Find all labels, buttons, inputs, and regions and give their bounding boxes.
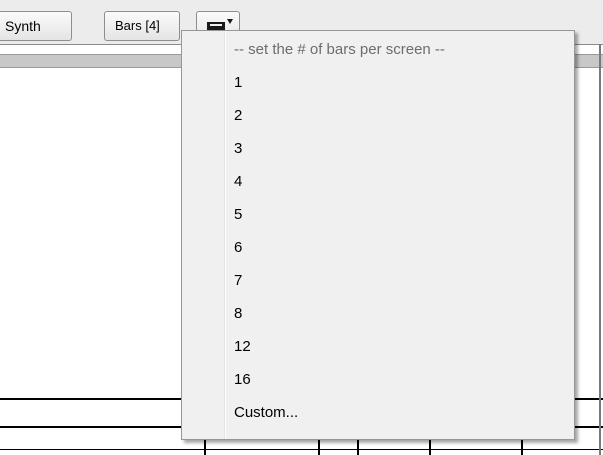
menu-item-2[interactable]: 2 [234, 101, 242, 131]
menu-item-8[interactable]: 8 [234, 299, 242, 329]
menu-item-7[interactable]: 7 [234, 266, 242, 296]
bar-line [521, 440, 523, 455]
bar-line [429, 440, 431, 455]
menu-item-3[interactable]: 3 [234, 134, 242, 164]
bar-line [357, 440, 359, 455]
menu-icon-gutter [182, 31, 225, 439]
bar-line [204, 440, 206, 455]
bar-line [318, 440, 320, 455]
menu-header: -- set the # of bars per screen -- [234, 41, 445, 58]
staff-line [0, 449, 603, 450]
window-edge [599, 44, 601, 455]
bars-button[interactable]: Bars [4] [104, 11, 180, 41]
menu-item-12[interactable]: 12 [234, 332, 251, 362]
menu-item-16[interactable]: 16 [234, 365, 251, 395]
menu-item-1[interactable]: 1 [234, 68, 242, 98]
bars-per-screen-menu: -- set the # of bars per screen -- 1 2 3… [181, 30, 575, 440]
synth-button[interactable]: Synth [0, 11, 72, 41]
menu-item-4[interactable]: 4 [234, 167, 242, 197]
menu-item-6[interactable]: 6 [234, 233, 242, 263]
menu-item-5[interactable]: 5 [234, 200, 242, 230]
menu-item-custom[interactable]: Custom... [234, 398, 298, 428]
menu-gutter-divider [225, 31, 226, 439]
